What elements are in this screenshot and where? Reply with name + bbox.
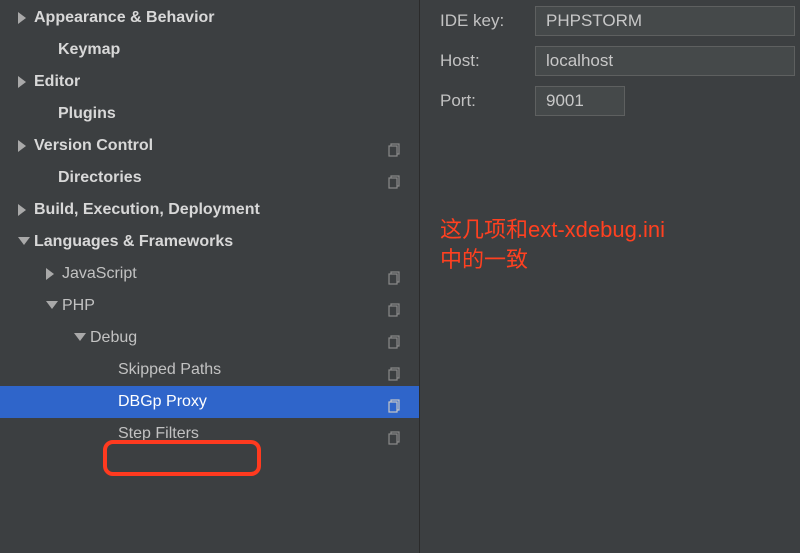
tree-label: Step Filters [118,418,199,450]
tree-item-skipped-paths[interactable]: Skipped Paths [0,354,419,386]
tree-label: Languages & Frameworks [34,226,233,258]
tree-item-php[interactable]: PHP [0,290,419,322]
chevron-right-icon [18,140,30,152]
tree-label: Directories [58,162,142,194]
tree-item-editor[interactable]: Editor [0,66,419,98]
copy-icon [387,394,403,410]
tree-label: Keymap [58,34,120,66]
form-row-port: Port: [440,86,800,116]
chevron-down-icon [46,301,58,313]
tree-item-dbgp-proxy[interactable]: DBGp Proxy [0,386,419,418]
tree-label: Appearance & Behavior [34,2,215,34]
annotation-text: 这几项和ext-xdebug.ini 中的一致 [440,215,665,275]
tree-label: JavaScript [62,258,137,290]
annotation-line2: 中的一致 [440,245,665,275]
form-row-host: Host: [440,46,800,76]
tree-item-debug[interactable]: Debug [0,322,419,354]
tree-label: DBGp Proxy [118,386,207,418]
chevron-right-icon [18,204,30,216]
copy-icon [387,170,403,186]
tree-item-directories[interactable]: Directories [0,162,419,194]
copy-icon [387,330,403,346]
ide-key-label: IDE key: [440,11,535,31]
chevron-right-icon [18,12,30,24]
copy-icon [387,298,403,314]
tree-item-plugins[interactable]: Plugins [0,98,419,130]
copy-icon [387,426,403,442]
tree-item-appearance-behavior[interactable]: Appearance & Behavior [0,2,419,34]
tree-item-build-execution-deployment[interactable]: Build, Execution, Deployment [0,194,419,226]
copy-icon [387,138,403,154]
tree-label: Build, Execution, Deployment [34,194,260,226]
tree-label: Debug [90,322,137,354]
chevron-down-icon [18,237,30,249]
port-input[interactable] [535,86,625,116]
tree-item-version-control[interactable]: Version Control [0,130,419,162]
tree-label: Editor [34,66,80,98]
settings-tree-sidebar: Appearance & Behavior Keymap Editor Plug… [0,0,420,553]
chevron-right-icon [18,76,30,88]
tree-label: Skipped Paths [118,354,221,386]
tree-label: Version Control [34,130,153,162]
tree-item-javascript[interactable]: JavaScript [0,258,419,290]
chevron-right-icon [46,268,58,280]
tree-item-keymap[interactable]: Keymap [0,34,419,66]
copy-icon [387,362,403,378]
tree-label: PHP [62,290,95,322]
port-label: Port: [440,91,535,111]
tree-item-languages-frameworks[interactable]: Languages & Frameworks [0,226,419,258]
tree-item-step-filters[interactable]: Step Filters [0,418,419,450]
copy-icon [387,266,403,282]
chevron-down-icon [74,333,86,345]
annotation-line1: 这几项和ext-xdebug.ini [440,215,665,245]
host-input[interactable] [535,46,795,76]
settings-panel-dbgp-proxy: IDE key: Host: Port: 这几项和ext-xdebug.ini … [420,0,800,553]
host-label: Host: [440,51,535,71]
form-row-ide-key: IDE key: [440,6,800,36]
ide-key-input[interactable] [535,6,795,36]
tree-label: Plugins [58,98,116,130]
